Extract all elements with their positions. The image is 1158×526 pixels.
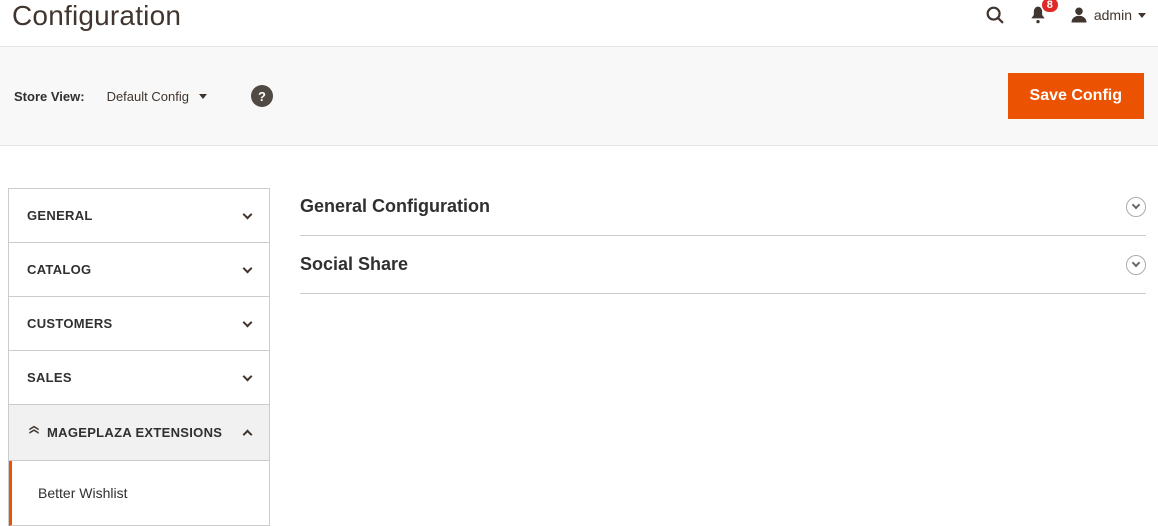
store-view-label: Store View: <box>14 89 85 104</box>
sidebar-item-customers[interactable]: CUSTOMERS <box>9 297 269 351</box>
header-actions: 8 admin <box>984 0 1146 26</box>
chevron-down-icon <box>243 263 253 273</box>
account-label: admin <box>1094 7 1132 23</box>
chevron-down-icon <box>243 209 253 219</box>
expand-icon <box>1126 255 1146 275</box>
sidebar-item-sales[interactable]: SALES <box>9 351 269 405</box>
section-general-configuration[interactable]: General Configuration <box>300 188 1146 236</box>
sidebar-item-label: CATALOG <box>27 262 91 277</box>
save-config-button[interactable]: Save Config <box>1008 73 1144 119</box>
store-view-value: Default Config <box>107 89 189 104</box>
search-icon[interactable] <box>984 4 1006 26</box>
sidebar-item-label: CUSTOMERS <box>27 316 113 331</box>
chevron-down-icon <box>243 317 253 327</box>
mageplaza-logo-icon <box>27 424 41 441</box>
sidebar-item-label: MAGEPLAZA EXTENSIONS <box>47 425 222 440</box>
help-icon[interactable]: ? <box>251 85 273 107</box>
sidebar-item-mageplaza-extensions[interactable]: MAGEPLAZA EXTENSIONS <box>9 405 269 461</box>
sidebar-item-label: SALES <box>27 370 72 385</box>
caret-down-icon <box>1138 13 1146 18</box>
config-sidebar: GENERAL CATALOG CUSTOMERS SALES MAGEPLAZ… <box>8 188 270 526</box>
section-social-share[interactable]: Social Share <box>300 236 1146 294</box>
sidebar-item-catalog[interactable]: CATALOG <box>9 243 269 297</box>
page-title: Configuration <box>12 0 181 32</box>
account-menu[interactable]: admin <box>1070 6 1146 24</box>
expand-icon <box>1126 197 1146 217</box>
store-view-bar: Store View: Default Config ? Save Config <box>0 46 1158 146</box>
sidebar-item-label: GENERAL <box>27 208 93 223</box>
notifications-icon[interactable]: 8 <box>1028 4 1048 26</box>
section-title: Social Share <box>300 254 408 275</box>
config-main: General Configuration Social Share <box>300 188 1158 526</box>
store-view-select[interactable]: Default Config <box>103 89 211 104</box>
section-title: General Configuration <box>300 196 490 217</box>
chevron-up-icon <box>243 429 253 439</box>
sidebar-subitem-better-wishlist[interactable]: Better Wishlist <box>9 461 269 526</box>
user-icon <box>1070 6 1088 24</box>
caret-down-icon <box>199 94 207 99</box>
sidebar-item-general[interactable]: GENERAL <box>9 189 269 243</box>
notification-badge: 8 <box>1042 0 1058 12</box>
chevron-down-icon <box>243 371 253 381</box>
